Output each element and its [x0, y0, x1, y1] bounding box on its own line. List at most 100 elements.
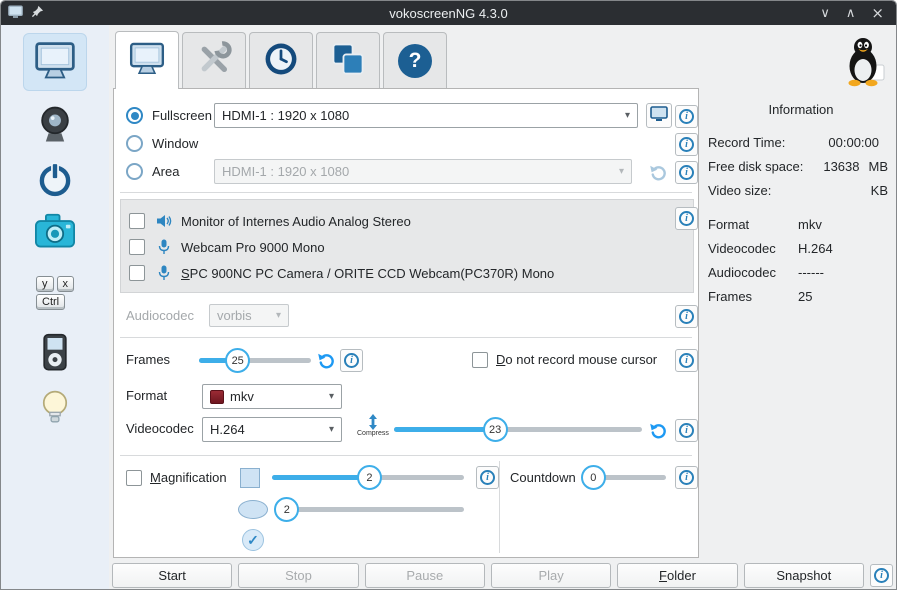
- tab-timer[interactable]: [249, 32, 313, 88]
- shortcut-keys-icon: y x Ctrl: [36, 276, 74, 310]
- fullscreen-display-combo[interactable]: HDMI-1 : 1920 x 1080 ▾: [214, 103, 638, 128]
- information-title: Information: [706, 88, 896, 117]
- magnification-size-handle[interactable]: 2: [357, 465, 382, 490]
- magnification-zoom-handle[interactable]: 2: [274, 497, 299, 522]
- info-row-free-disk: Free disk space: 13638MB: [706, 155, 896, 179]
- compress-slider[interactable]: 23: [394, 417, 642, 442]
- info-button-videocodec[interactable]: i: [675, 419, 698, 442]
- mouse-cursor-checkbox[interactable]: [472, 352, 488, 368]
- info-icon: i: [679, 470, 694, 485]
- compress-marker: Compress: [357, 414, 389, 438]
- info-button-main[interactable]: i: [870, 564, 893, 587]
- sidebar-item-help-bulb[interactable]: [23, 385, 87, 433]
- format-combo[interactable]: mkv ▾: [202, 384, 342, 409]
- area-radio[interactable]: [126, 163, 143, 180]
- info-button-audio[interactable]: i: [675, 207, 698, 230]
- magnification-checkbox[interactable]: [126, 470, 142, 486]
- info-icon: i: [679, 109, 694, 124]
- info-icon: i: [679, 423, 694, 438]
- sidebar-item-player[interactable]: [23, 327, 87, 381]
- check-icon: ✓: [247, 532, 259, 549]
- tab-help[interactable]: ?: [383, 32, 447, 88]
- info-icon: i: [679, 211, 694, 226]
- info-button-frames[interactable]: i: [340, 349, 363, 372]
- tab-windows[interactable]: [316, 32, 380, 88]
- info-button-countdown[interactable]: i: [675, 466, 698, 489]
- key-ctrl: Ctrl: [36, 294, 65, 310]
- videocodec-combo[interactable]: H.264 ▾: [202, 417, 342, 442]
- videocodec-reset-button[interactable]: [646, 418, 670, 442]
- webcam-icon: [33, 102, 77, 151]
- format-label: Format: [126, 383, 167, 409]
- magnification-size-slider[interactable]: 2: [272, 465, 464, 490]
- info-button-audiocodec[interactable]: i: [675, 305, 698, 328]
- sidebar-item-camera[interactable]: [23, 207, 87, 259]
- info-button-fullscreen[interactable]: i: [675, 105, 698, 128]
- chevron-down-icon: ▾: [329, 391, 334, 402]
- magnification-shape-ellipse[interactable]: [238, 500, 268, 519]
- information-panel: Information Record Time: 00:00:00 Free d…: [706, 88, 896, 309]
- sidebar: y x Ctrl: [1, 25, 109, 589]
- info-row-videocodec: Videocodec H.264: [706, 237, 896, 261]
- countdown-label: Countdown: [510, 465, 576, 491]
- audio-device-checkbox[interactable]: [129, 265, 145, 281]
- stop-button: Stop: [238, 563, 358, 588]
- audio-device-label: Monitor of Internes Audio Analog Stereo: [181, 214, 411, 229]
- audio-device-checkbox[interactable]: [129, 239, 145, 255]
- audio-device-checkbox[interactable]: [129, 213, 145, 229]
- close-button[interactable]: ×: [871, 6, 884, 21]
- info-row-frames: Frames 25: [706, 285, 896, 309]
- chevron-down-icon: ▾: [329, 424, 334, 435]
- snapshot-button[interactable]: Snapshot: [744, 563, 864, 588]
- audio-device-label: SPC 900NC PC Camera / ORITE CCD Webcam(P…: [181, 266, 554, 281]
- titlebar: vokoscreenNG 4.3.0 ∨ ∧ ×: [1, 1, 896, 25]
- chevron-down-icon: ▾: [619, 166, 624, 177]
- info-row-format: Format mkv: [706, 213, 896, 237]
- info-button-mouse-cursor[interactable]: i: [675, 349, 698, 372]
- magnification-zoom-slider[interactable]: 2: [276, 497, 464, 522]
- play-button: Play: [491, 563, 611, 588]
- frames-slider[interactable]: 25: [199, 348, 311, 373]
- frames-slider-handle[interactable]: 25: [225, 348, 250, 373]
- audio-device-row: Webcam Pro 9000 Mono: [121, 234, 693, 260]
- countdown-slider[interactable]: 0: [582, 465, 666, 490]
- separator: [499, 461, 500, 553]
- magnification-shape-square[interactable]: [240, 468, 260, 488]
- maximize-button[interactable]: ∧: [846, 7, 856, 20]
- info-row-record-time: Record Time: 00:00:00: [706, 131, 896, 155]
- tab-screen[interactable]: [115, 31, 179, 89]
- minimize-button[interactable]: ∨: [820, 7, 830, 20]
- area-reset-button: [646, 160, 670, 184]
- frames-reset-button[interactable]: [314, 348, 338, 372]
- magnification-confirm-toggle[interactable]: ✓: [242, 529, 264, 551]
- window-label: Window: [152, 131, 198, 157]
- audio-device-row: SPC 900NC PC Camera / ORITE CCD Webcam(P…: [121, 260, 693, 286]
- area-label: Area: [152, 159, 179, 185]
- sidebar-item-screen[interactable]: [23, 33, 87, 91]
- compress-slider-handle[interactable]: 23: [483, 417, 508, 442]
- monitor-small-icon: [650, 106, 668, 125]
- microphone-icon: [155, 239, 173, 255]
- sidebar-item-shortcut-keys[interactable]: y x Ctrl: [23, 265, 87, 321]
- screen-select-button[interactable]: [646, 103, 672, 128]
- sidebar-item-stop[interactable]: [23, 157, 87, 203]
- info-icon: i: [679, 353, 694, 368]
- sidebar-item-webcam[interactable]: [23, 99, 87, 153]
- pin-icon[interactable]: [31, 5, 44, 21]
- start-button[interactable]: Start: [112, 563, 232, 588]
- info-button-area[interactable]: i: [675, 161, 698, 184]
- info-button-magnification[interactable]: i: [476, 466, 499, 489]
- countdown-slider-handle[interactable]: 0: [581, 465, 606, 490]
- vokoscreen-window: vokoscreenNG 4.3.0 ∨ ∧ ×: [0, 0, 897, 590]
- tab-tools[interactable]: [182, 32, 246, 88]
- media-player-icon: [35, 330, 75, 379]
- pause-button: Pause: [365, 563, 485, 588]
- info-button-window[interactable]: i: [675, 133, 698, 156]
- info-icon: i: [679, 137, 694, 152]
- folder-button[interactable]: Folder: [617, 563, 737, 588]
- fullscreen-radio[interactable]: [126, 107, 143, 124]
- audio-device-label: Webcam Pro 9000 Mono: [181, 240, 325, 255]
- area-display-combo: HDMI-1 : 1920 x 1080 ▾: [214, 159, 632, 184]
- window-radio[interactable]: [126, 135, 143, 152]
- clock-icon: [261, 39, 301, 82]
